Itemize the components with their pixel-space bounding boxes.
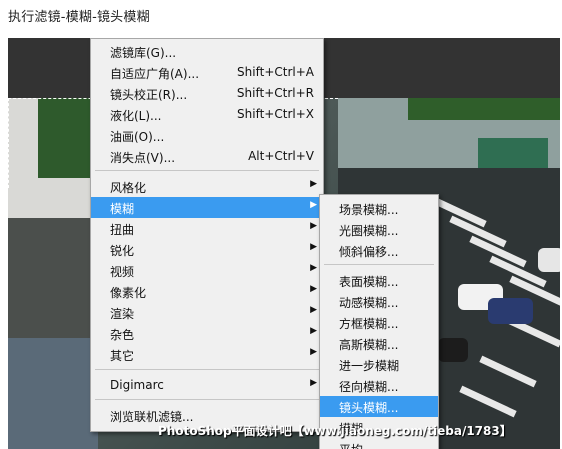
submenu-item-radial-blur[interactable]: 径向模糊...: [320, 375, 438, 396]
menu-item-pixelate[interactable]: 像素化 ▶: [91, 281, 323, 302]
submenu-item-box-blur[interactable]: 方框模糊...: [320, 312, 438, 333]
submenu-arrow-icon: ▶: [310, 347, 317, 357]
menu-item-sharpen[interactable]: 锐化 ▶: [91, 239, 323, 260]
menu-item-filter-gallery[interactable]: 滤镜库(G)...: [91, 41, 323, 62]
photoshop-screenshot: 滤镜库(G)... 自适应广角(A)... Shift+Ctrl+A 镜头校正(R…: [8, 38, 560, 449]
menu-item-liquify[interactable]: 液化(L)... Shift+Ctrl+X: [91, 104, 323, 125]
submenu-item-lens-blur[interactable]: 镜头模糊...: [320, 396, 438, 417]
submenu-arrow-icon: ▶: [310, 179, 317, 189]
submenu-arrow-icon: ▶: [310, 200, 317, 210]
menu-item-lens-correction[interactable]: 镜头校正(R)... Shift+Ctrl+R: [91, 83, 323, 104]
submenu-arrow-icon: ▶: [310, 326, 317, 336]
menu-item-other[interactable]: 其它 ▶: [91, 344, 323, 365]
page-caption: 执行滤镜-模糊-镜头模糊: [8, 10, 150, 25]
menu-item-noise[interactable]: 杂色 ▶: [91, 323, 323, 344]
menu-item-video[interactable]: 视频 ▶: [91, 260, 323, 281]
submenu-item-tilt-shift[interactable]: 倾斜偏移...: [320, 240, 438, 261]
submenu-arrow-icon: ▶: [310, 221, 317, 231]
submenu-item-gaussian-blur[interactable]: 高斯模糊...: [320, 333, 438, 354]
submenu-arrow-icon: ▶: [310, 378, 317, 388]
submenu-item-surface-blur[interactable]: 表面模糊...: [320, 270, 438, 291]
menu-item-blur[interactable]: 模糊 ▶: [91, 197, 323, 218]
menu-separator: [95, 399, 319, 400]
submenu-item-average[interactable]: 平均: [320, 438, 438, 449]
menu-item-stylize[interactable]: 风格化 ▶: [91, 176, 323, 197]
menu-item-digimarc[interactable]: Digimarc ▶: [91, 375, 323, 396]
submenu-arrow-icon: ▶: [310, 242, 317, 252]
menu-separator: [95, 170, 319, 171]
selection-marquee-edge: [8, 98, 10, 188]
submenu-arrow-icon: ▶: [310, 263, 317, 273]
menu-separator: [324, 264, 434, 265]
menu-separator: [95, 369, 319, 370]
submenu-item-iris-blur[interactable]: 光圈模糊...: [320, 219, 438, 240]
submenu-item-motion-blur[interactable]: 动感模糊...: [320, 291, 438, 312]
watermark-text: PhotoShop平面设计吧【www.jiaoneg.com/tieba/178…: [158, 424, 512, 438]
menu-item-render[interactable]: 渲染 ▶: [91, 302, 323, 323]
submenu-item-field-blur[interactable]: 场景模糊...: [320, 198, 438, 219]
menu-item-distort[interactable]: 扭曲 ▶: [91, 218, 323, 239]
submenu-arrow-icon: ▶: [310, 284, 317, 294]
filter-menu: 滤镜库(G)... 自适应广角(A)... Shift+Ctrl+A 镜头校正(R…: [90, 38, 324, 432]
blur-submenu: 场景模糊... 光圈模糊... 倾斜偏移... 表面模糊... 动感模糊... …: [319, 194, 439, 449]
menu-item-adaptive-wide-angle[interactable]: 自适应广角(A)... Shift+Ctrl+A: [91, 62, 323, 83]
menu-item-oil-paint[interactable]: 油画(O)...: [91, 125, 323, 146]
submenu-item-blur-more[interactable]: 进一步模糊: [320, 354, 438, 375]
menu-item-vanishing-point[interactable]: 消失点(V)... Alt+Ctrl+V: [91, 146, 323, 167]
submenu-arrow-icon: ▶: [310, 305, 317, 315]
